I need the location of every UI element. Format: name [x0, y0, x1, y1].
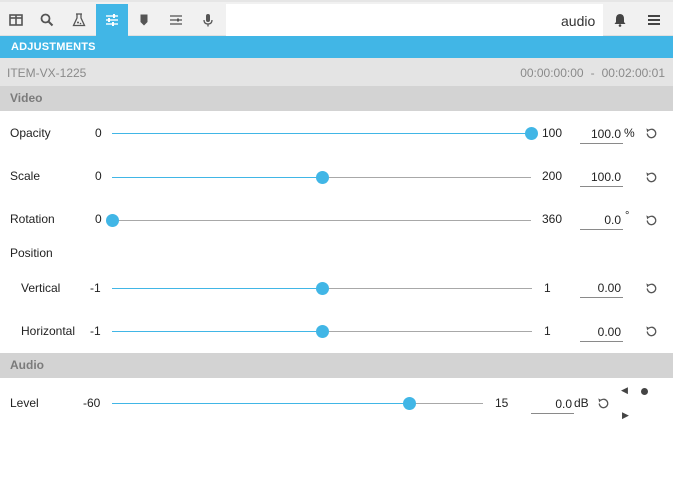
rotation-unit: °: [625, 210, 630, 222]
filters-button[interactable]: [63, 4, 95, 36]
vertical-slider[interactable]: [112, 282, 532, 295]
range-end: 00:02:00:01: [601, 66, 665, 80]
item-info-bar: ITEM-VX-1225 00:00:00:00-00:02:00:01: [0, 58, 673, 86]
level-slider[interactable]: [112, 397, 483, 410]
triangle-left-icon[interactable]: ◀: [621, 386, 628, 395]
level-slider-fill: [112, 403, 409, 404]
keyframe-dot-icon[interactable]: [641, 388, 648, 395]
vertical-slider-fill: [112, 288, 322, 289]
marker-icon: [140, 14, 148, 26]
menu-button[interactable]: [638, 4, 670, 36]
vertical-reset-button[interactable]: [644, 281, 659, 296]
bell-icon: [614, 14, 626, 27]
vertical-min: -1: [90, 281, 101, 295]
mode-label: audio: [561, 13, 596, 29]
toolbar: audio: [0, 0, 673, 36]
scale-slider-fill: [112, 177, 322, 178]
notifications-button[interactable]: [604, 4, 636, 36]
horizontal-slider-thumb[interactable]: [316, 325, 329, 338]
opacity-slider-thumb[interactable]: [525, 127, 538, 140]
level-reset-button[interactable]: [596, 396, 611, 411]
level-min: -60: [83, 396, 101, 410]
item-id: ITEM-VX-1225: [7, 66, 87, 80]
scale-min: 0: [95, 169, 102, 183]
adjustments-button[interactable]: [96, 4, 128, 36]
opacity-max: 100: [542, 126, 563, 140]
vertical-slider-thumb[interactable]: [316, 282, 329, 295]
horizontal-max: 1: [544, 324, 551, 338]
adjustments-header: ADJUSTMENTS: [0, 36, 673, 58]
opacity-value-field[interactable]: 100.0: [580, 124, 623, 144]
rotation-slider[interactable]: [106, 214, 531, 227]
horizontal-label: Horizontal: [21, 324, 76, 338]
scale-reset-button[interactable]: [644, 170, 659, 185]
opacity-slider-fill: [112, 133, 531, 134]
reset-icon: [646, 128, 657, 139]
opacity-reset-button[interactable]: [644, 126, 659, 141]
scale-max: 200: [542, 169, 563, 183]
hamburger-menu-icon: [648, 15, 660, 25]
horizontal-min: -1: [90, 324, 101, 338]
video-section-header: Video: [0, 86, 673, 111]
rotation-slider-thumb[interactable]: [106, 214, 119, 227]
audio-record-button[interactable]: [192, 4, 224, 36]
level-max: 15: [495, 396, 509, 410]
vertical-value-field[interactable]: 0.00: [580, 278, 623, 298]
vertical-label: Vertical: [21, 281, 61, 295]
reset-icon: [598, 398, 609, 409]
reset-icon: [646, 326, 657, 337]
level-label: Level: [10, 396, 39, 410]
horizontal-slider[interactable]: [112, 325, 532, 338]
search-button[interactable]: [31, 4, 63, 36]
opacity-unit: %: [624, 126, 635, 140]
position-label: Position: [10, 246, 53, 260]
rotation-min: 0: [95, 212, 102, 226]
scale-label: Scale: [10, 169, 41, 183]
scale-slider-thumb[interactable]: [315, 171, 329, 184]
list-adjust-button[interactable]: [160, 4, 192, 36]
search-icon: [40, 13, 54, 27]
rotation-value-field[interactable]: 0.0: [580, 210, 623, 230]
level-slider-thumb[interactable]: [402, 397, 416, 410]
reset-icon: [646, 215, 657, 226]
vertical-max: 1: [544, 281, 551, 295]
rotation-max: 360: [542, 212, 563, 226]
reset-icon: [646, 283, 657, 294]
scale-slider[interactable]: [112, 171, 531, 184]
panel-layout-icon: [9, 14, 23, 26]
microphone-icon: [203, 14, 213, 27]
horizontal-reset-button[interactable]: [644, 324, 659, 339]
scale-value-field[interactable]: 100.0: [580, 167, 623, 187]
item-time-range: 00:00:00:00-00:02:00:01: [520, 66, 665, 80]
range-separator: -: [590, 66, 595, 80]
toolbar-blank-area: [226, 4, 603, 36]
range-start: 00:00:00:00: [520, 66, 584, 80]
level-unit: dB: [574, 396, 589, 410]
opacity-slider[interactable]: [112, 127, 538, 140]
filter-flask-icon: [72, 13, 86, 27]
opacity-min: 0: [95, 126, 102, 140]
audio-section-header: Audio: [0, 353, 673, 378]
rotation-label: Rotation: [10, 212, 55, 226]
horizontal-slider-fill: [112, 331, 322, 332]
sliders-icon: [106, 14, 118, 26]
rotation-reset-button[interactable]: [644, 213, 659, 228]
markers-button[interactable]: [128, 4, 160, 36]
opacity-label: Opacity: [10, 126, 51, 140]
level-value-field[interactable]: 0.0: [531, 394, 574, 414]
triangle-right-icon[interactable]: ▶: [622, 411, 629, 420]
horizontal-value-field[interactable]: 0.00: [580, 322, 623, 342]
panel-layout-button[interactable]: [0, 4, 32, 36]
reset-icon: [646, 172, 657, 183]
list-adjust-icon: [170, 15, 182, 25]
